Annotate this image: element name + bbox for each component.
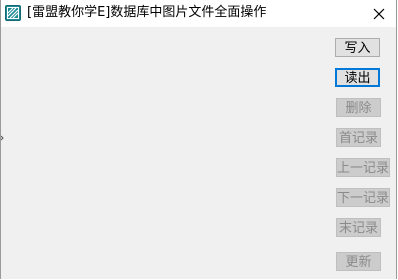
close-icon [373, 8, 385, 19]
write-button[interactable]: 写入 [335, 38, 380, 57]
delete-button[interactable]: 删除 [336, 98, 381, 117]
app-window: [雷盟教你学E]数据库中图片文件全面操作 写入 读出 删除 首记录 上一记录 下… [0, 0, 397, 279]
title-bar[interactable]: [雷盟教你学E]数据库中图片文件全面操作 [1, 0, 396, 27]
client-area: 写入 读出 删除 首记录 上一记录 下一记录 末记录 更新 [1, 27, 396, 279]
next-record-button[interactable]: 下一记录 [336, 188, 390, 207]
close-button[interactable] [362, 0, 396, 27]
edge-fragment-icon [1, 135, 4, 141]
last-record-button[interactable]: 末记录 [336, 218, 381, 237]
update-button[interactable]: 更新 [336, 252, 381, 271]
app-logo-icon [5, 5, 21, 21]
previous-record-button[interactable]: 上一记录 [336, 158, 390, 177]
first-record-button[interactable]: 首记录 [336, 128, 381, 147]
read-button[interactable]: 读出 [335, 68, 380, 87]
window-title: [雷盟教你学E]数据库中图片文件全面操作 [27, 5, 267, 20]
